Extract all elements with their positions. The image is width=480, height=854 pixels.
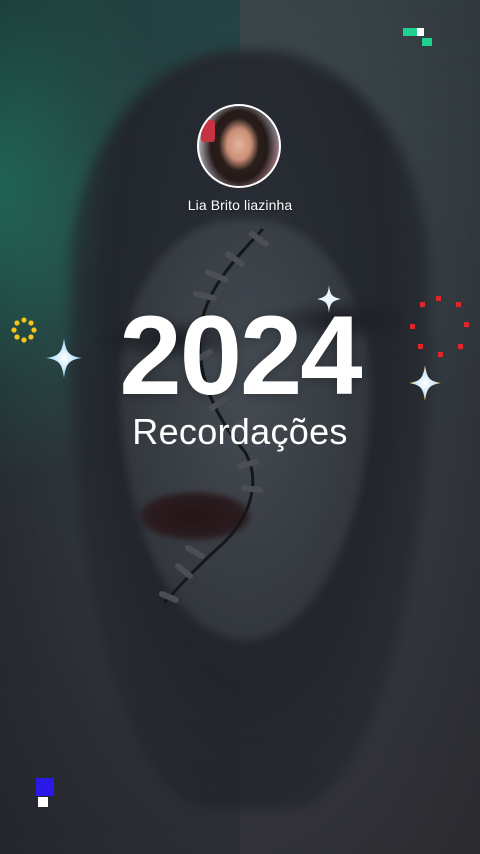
avatar[interactable] <box>197 104 281 188</box>
story-stage[interactable]: Lia Brito liazinha 2024 Recordações <box>0 0 480 854</box>
recordacoes-subtitle: Recordações <box>132 411 348 452</box>
background-photo-lips <box>140 492 250 540</box>
year-title: 2024 <box>119 293 362 418</box>
pixel-block-icon-bottom-left <box>36 778 54 807</box>
avatar-photo <box>201 120 215 142</box>
username-label[interactable]: Lia Brito liazinha <box>0 197 480 213</box>
